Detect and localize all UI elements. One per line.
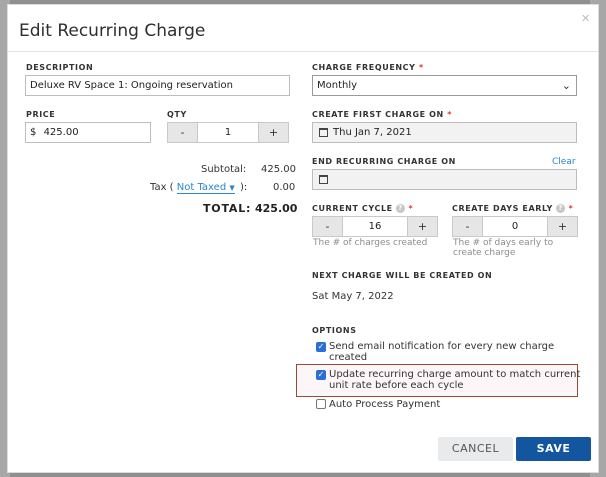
days-early-input[interactable]: 0: [483, 216, 547, 237]
caret-down-icon: ▼: [229, 184, 235, 192]
options-label: OPTIONS: [312, 326, 357, 335]
option-line2: unit rate before each cycle: [329, 380, 464, 391]
total-label: TOTAL:: [203, 202, 252, 215]
tax-label-suffix: ):: [239, 182, 248, 193]
current-cycle-label: CURRENT CYCLE ? *: [312, 204, 413, 213]
charge-frequency-select[interactable]: Monthly ⌄: [312, 75, 577, 96]
option-line1: Send email notification for every new ch…: [329, 341, 555, 352]
total-value: 425.00: [255, 202, 298, 215]
first-charge-label: CREATE FIRST CHARGE ON *: [312, 110, 452, 119]
tax-label-prefix: Tax (: [150, 182, 174, 193]
charge-frequency-label: CHARGE FREQUENCY *: [312, 63, 424, 72]
edit-recurring-charge-modal: Edit Recurring Charge ✕ DESCRIPTION Delu…: [7, 4, 599, 473]
qty-increment-button[interactable]: +: [258, 122, 289, 143]
charge-frequency-label-text: CHARGE FREQUENCY: [312, 63, 416, 72]
end-charge-date-input[interactable]: [312, 169, 577, 190]
currency-symbol: $: [30, 127, 37, 138]
first-charge-date-value: Thu Jan 7, 2021: [333, 127, 412, 138]
cancel-button[interactable]: CANCEL: [438, 437, 513, 461]
subtotal-label: Subtotal:: [201, 164, 247, 175]
current-cycle-hint: The # of charges created: [313, 238, 428, 248]
price-value: 425.00: [43, 127, 79, 138]
first-charge-date-input[interactable]: Thu Jan 7, 2021: [312, 122, 577, 143]
modal-title: Edit Recurring Charge: [19, 21, 206, 41]
close-icon[interactable]: ✕: [581, 12, 590, 25]
required-asterisk: *: [418, 63, 424, 72]
auto-process-payment-checkbox[interactable]: [316, 399, 326, 409]
current-cycle-label-text: CURRENT CYCLE: [312, 204, 393, 213]
help-icon[interactable]: ?: [396, 204, 406, 213]
current-cycle-input[interactable]: 16: [343, 216, 407, 237]
subtotal-value: 425.00: [261, 164, 296, 175]
price-input[interactable]: $ 425.00: [25, 122, 151, 143]
tax-row: Tax ( Not Taxed ▼ ):: [150, 182, 248, 194]
qty-input[interactable]: 1: [198, 122, 258, 143]
qty-decrement-button[interactable]: -: [167, 122, 198, 143]
end-charge-label: END RECURRING CHARGE ON: [312, 157, 456, 166]
email-notification-option-text: Send email notification for every new ch…: [329, 341, 554, 363]
option-line2: created: [329, 352, 368, 363]
required-asterisk: *: [447, 110, 452, 119]
tax-type-dropdown[interactable]: Not Taxed ▼: [176, 182, 235, 194]
email-notification-checkbox[interactable]: ✓: [316, 342, 326, 352]
title-divider: [8, 51, 598, 52]
days-early-label: CREATE DAYS EARLY ? *: [452, 204, 573, 213]
calendar-icon: [319, 128, 328, 137]
clear-end-date-link[interactable]: Clear: [552, 157, 576, 167]
required-asterisk: *: [408, 204, 414, 213]
qty-label: QTY: [167, 110, 187, 119]
update-charge-amount-option-text: Update recurring charge amount to match …: [329, 369, 580, 391]
next-charge-label: NEXT CHARGE WILL BE CREATED ON: [312, 271, 493, 280]
tax-value: 0.00: [273, 182, 296, 193]
days-early-hint-line2: create charge: [453, 248, 516, 258]
option-line1: Update recurring charge amount to match …: [329, 369, 581, 380]
required-asterisk: *: [568, 204, 574, 213]
first-charge-label-text: CREATE FIRST CHARGE ON: [312, 110, 444, 119]
chevron-down-icon: ⌄: [561, 79, 571, 92]
description-label: DESCRIPTION: [26, 63, 94, 72]
tax-type-label: Not Taxed: [176, 182, 227, 193]
save-button[interactable]: SAVE: [516, 437, 591, 461]
cycle-increment-button[interactable]: +: [407, 216, 438, 237]
next-charge-date: Sat May 7, 2022: [312, 291, 394, 302]
days-early-hint-line1: The # of days early to: [453, 238, 554, 248]
price-label: PRICE: [26, 110, 56, 119]
help-icon[interactable]: ?: [556, 204, 566, 213]
days-early-increment-button[interactable]: +: [547, 216, 578, 237]
auto-process-payment-label: Auto Process Payment: [329, 399, 441, 410]
cycle-decrement-button[interactable]: -: [312, 216, 343, 237]
charge-frequency-value: Monthly: [317, 80, 358, 91]
days-early-decrement-button[interactable]: -: [452, 216, 483, 237]
update-charge-amount-checkbox[interactable]: ✓: [316, 370, 326, 380]
calendar-icon: [319, 175, 328, 184]
description-input[interactable]: Deluxe RV Space 1: Ongoing reservation: [25, 75, 290, 96]
days-early-label-text: CREATE DAYS EARLY: [452, 204, 553, 213]
